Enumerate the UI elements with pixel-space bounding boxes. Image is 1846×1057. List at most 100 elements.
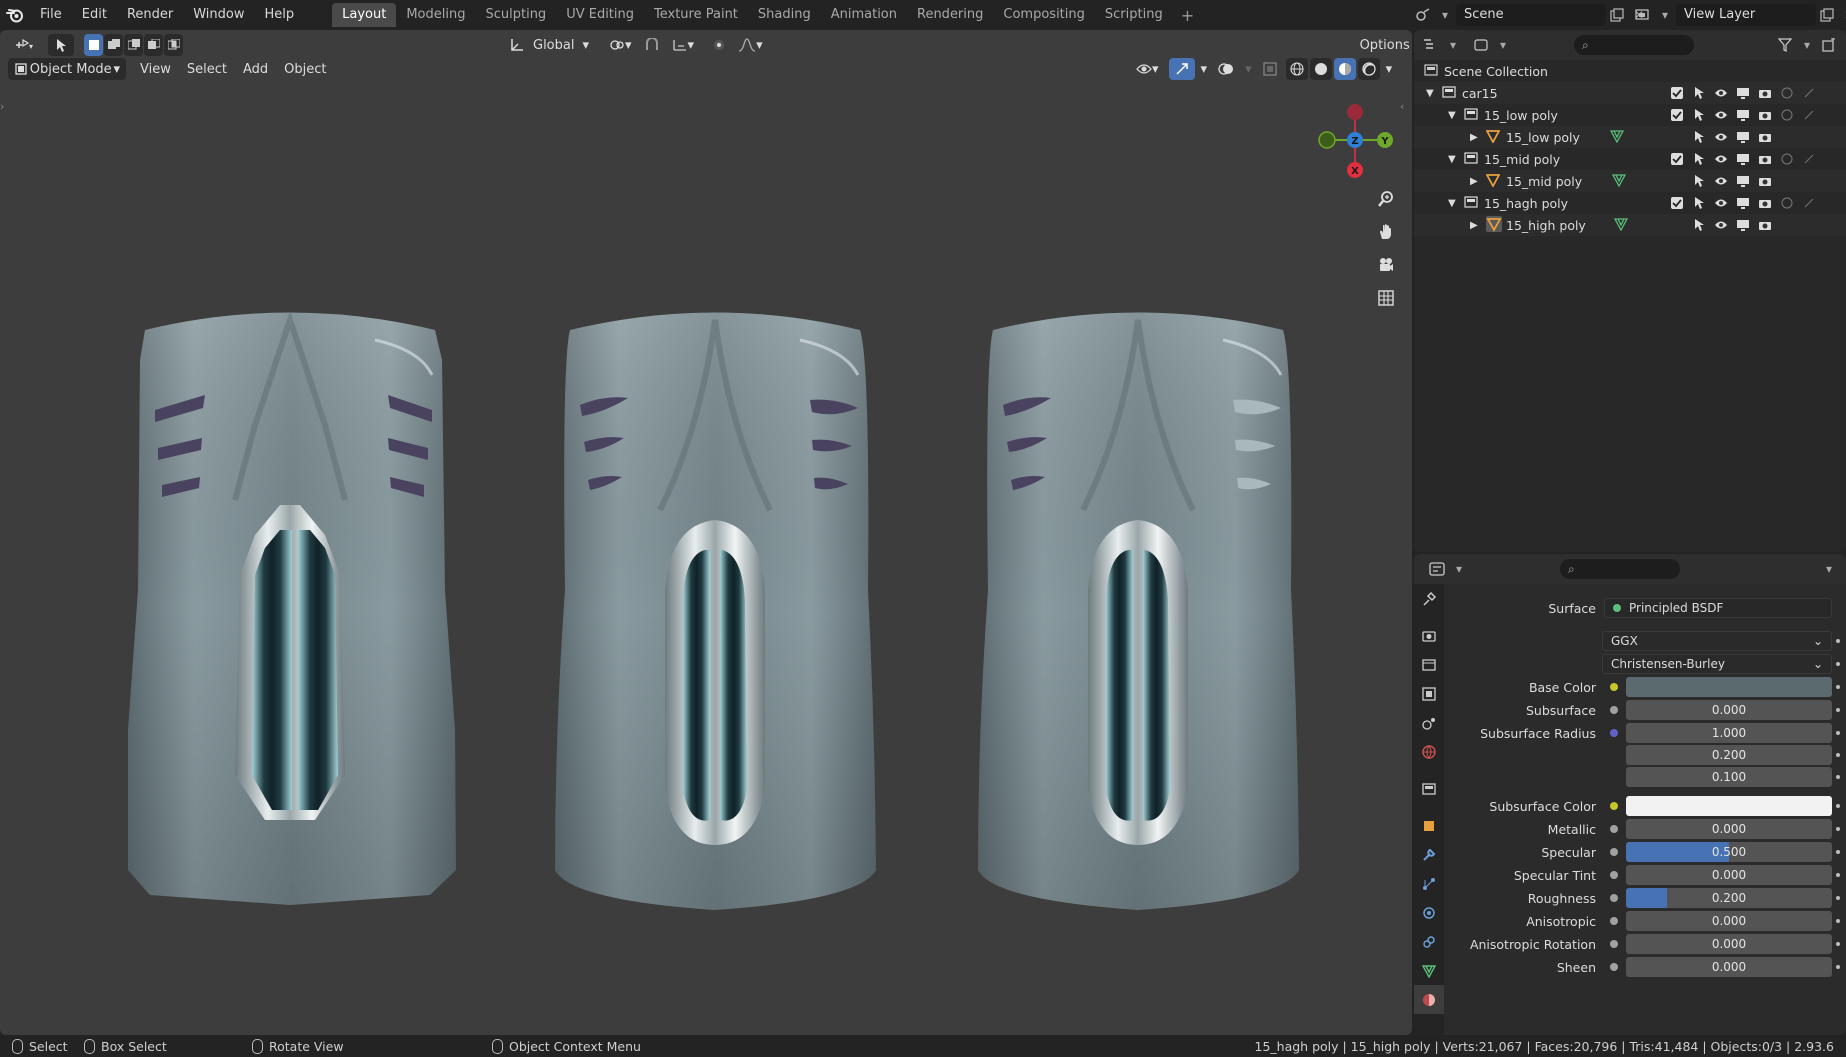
scene-icon[interactable]: [1412, 4, 1434, 26]
menu-file[interactable]: File: [30, 0, 72, 30]
float-socket-icon[interactable]: [1610, 940, 1618, 948]
particles-tab-icon[interactable]: [1414, 869, 1444, 898]
camera-icon[interactable]: [1756, 84, 1774, 102]
float-socket-icon[interactable]: [1610, 894, 1618, 902]
car-high-poly[interactable]: [978, 312, 1299, 911]
subsurface-field[interactable]: 0.000: [1626, 700, 1832, 720]
selectable-arrow-icon[interactable]: [1690, 216, 1708, 234]
eye-icon[interactable]: [1712, 216, 1730, 234]
tab-compositing[interactable]: Compositing: [993, 3, 1095, 27]
specular-slider[interactable]: 0.500: [1626, 842, 1832, 862]
holdout-icon[interactable]: [1778, 84, 1796, 102]
float-socket-icon[interactable]: [1610, 917, 1618, 925]
outliner-row-15-mid-poly-collection[interactable]: ▼ 15_mid poly: [1414, 148, 1846, 170]
monitor-icon[interactable]: [1734, 106, 1752, 124]
selectable-arrow-icon[interactable]: [1690, 128, 1708, 146]
eye-icon[interactable]: [1712, 128, 1730, 146]
chevron-down-icon[interactable]: ▾: [1434, 4, 1456, 26]
car-mid-poly[interactable]: [555, 312, 876, 911]
tab-sculpting[interactable]: Sculpting: [475, 3, 556, 27]
outliner-row-15-low-poly-object[interactable]: ▶ 15_low poly: [1414, 126, 1846, 148]
filter-icon[interactable]: [1774, 34, 1796, 56]
indirect-only-icon[interactable]: [1800, 194, 1818, 212]
keyframe-dot[interactable]: [1836, 662, 1840, 666]
tab-modeling[interactable]: Modeling: [396, 3, 475, 27]
outliner-row-15-high-poly-object[interactable]: ▶ 15_high poly: [1414, 214, 1846, 236]
anisotropic-rotation-field[interactable]: 0.000: [1626, 934, 1832, 954]
selectable-arrow-icon[interactable]: [1690, 106, 1708, 124]
keyframe-dot[interactable]: [1836, 708, 1840, 712]
new-view-layer-icon[interactable]: [1816, 4, 1838, 26]
distribution-dropdown[interactable]: GGX ⌄: [1602, 631, 1832, 651]
camera-icon[interactable]: [1756, 128, 1774, 146]
blender-logo-icon[interactable]: [0, 0, 30, 30]
view-layer-tab-icon[interactable]: [1414, 679, 1444, 708]
outliner-row-15-low-poly-collection[interactable]: ▼ 15_low poly: [1414, 104, 1846, 126]
modifier-wrench-icon[interactable]: [1414, 840, 1444, 869]
collection-tab-icon[interactable]: [1414, 774, 1444, 803]
expand-arrow-icon[interactable]: ▼: [1448, 198, 1456, 209]
menu-render[interactable]: Render: [117, 0, 183, 30]
editor-type-outliner-icon[interactable]: [1420, 34, 1442, 56]
roughness-slider[interactable]: 0.200: [1626, 888, 1832, 908]
outliner-scene-collection[interactable]: Scene Collection: [1414, 60, 1846, 82]
render-tab-icon[interactable]: [1414, 621, 1444, 650]
surface-shader-dropdown[interactable]: Principled BSDF: [1604, 598, 1832, 618]
keyframe-dot[interactable]: [1836, 804, 1840, 808]
object-tab-icon[interactable]: [1414, 811, 1444, 840]
keyframe-dot[interactable]: [1836, 896, 1840, 900]
monitor-icon[interactable]: [1734, 84, 1752, 102]
monitor-icon[interactable]: [1734, 128, 1752, 146]
menu-window[interactable]: Window: [183, 0, 254, 30]
tab-rendering[interactable]: Rendering: [907, 3, 993, 27]
data-tab-icon[interactable]: [1414, 956, 1444, 985]
keyframe-dot[interactable]: [1836, 775, 1840, 779]
keyframe-dot[interactable]: [1836, 753, 1840, 757]
properties-search-input[interactable]: ⌕: [1560, 559, 1680, 579]
checkbox-icon[interactable]: [1668, 84, 1686, 102]
car-models-render[interactable]: [0, 30, 1412, 1035]
eye-icon[interactable]: [1712, 84, 1730, 102]
sheen-field[interactable]: 0.000: [1626, 957, 1832, 977]
monitor-icon[interactable]: [1734, 150, 1752, 168]
mesh-data-icon[interactable]: [1609, 129, 1625, 146]
subsurface-radius-z-field[interactable]: 0.100: [1626, 767, 1832, 787]
view-layer-icon[interactable]: [1632, 4, 1654, 26]
material-tab-icon[interactable]: [1414, 985, 1444, 1014]
indirect-only-icon[interactable]: [1800, 84, 1818, 102]
keyframe-dot[interactable]: [1836, 942, 1840, 946]
vector-socket-icon[interactable]: [1610, 729, 1618, 737]
float-socket-icon[interactable]: [1610, 825, 1618, 833]
checkbox-icon[interactable]: [1668, 150, 1686, 168]
eye-icon[interactable]: [1712, 172, 1730, 190]
menu-help[interactable]: Help: [255, 0, 305, 30]
camera-icon[interactable]: [1756, 216, 1774, 234]
indirect-only-icon[interactable]: [1800, 106, 1818, 124]
keyframe-dot[interactable]: [1836, 873, 1840, 877]
keyframe-dot[interactable]: [1836, 827, 1840, 831]
base-color-swatch[interactable]: [1626, 677, 1832, 697]
tab-scripting[interactable]: Scripting: [1095, 3, 1173, 27]
mesh-data-icon[interactable]: [1611, 173, 1627, 190]
float-socket-icon[interactable]: [1610, 963, 1618, 971]
tab-uv-editing[interactable]: UV Editing: [556, 3, 644, 27]
expand-arrow-icon[interactable]: ▶: [1470, 132, 1478, 143]
camera-icon[interactable]: [1756, 106, 1774, 124]
output-tab-icon[interactable]: [1414, 650, 1444, 679]
selectable-arrow-icon[interactable]: [1690, 150, 1708, 168]
color-socket-icon[interactable]: [1610, 683, 1618, 691]
chevron-down-icon[interactable]: ▾: [1654, 4, 1676, 26]
selectable-arrow-icon[interactable]: [1690, 172, 1708, 190]
float-socket-icon[interactable]: [1610, 871, 1618, 879]
subsurface-radius-x-field[interactable]: 1.000: [1626, 723, 1832, 743]
selectable-arrow-icon[interactable]: [1690, 194, 1708, 212]
tab-texture-paint[interactable]: Texture Paint: [644, 3, 748, 27]
display-mode-icon[interactable]: [1470, 34, 1492, 56]
tool-tab-icon[interactable]: [1414, 584, 1444, 613]
subsurface-method-dropdown[interactable]: Christensen-Burley ⌄: [1602, 654, 1832, 674]
new-collection-icon[interactable]: [1818, 34, 1840, 56]
eye-icon[interactable]: [1712, 194, 1730, 212]
camera-icon[interactable]: [1756, 172, 1774, 190]
selectable-arrow-icon[interactable]: [1690, 84, 1708, 102]
specular-tint-field[interactable]: 0.000: [1626, 865, 1832, 885]
